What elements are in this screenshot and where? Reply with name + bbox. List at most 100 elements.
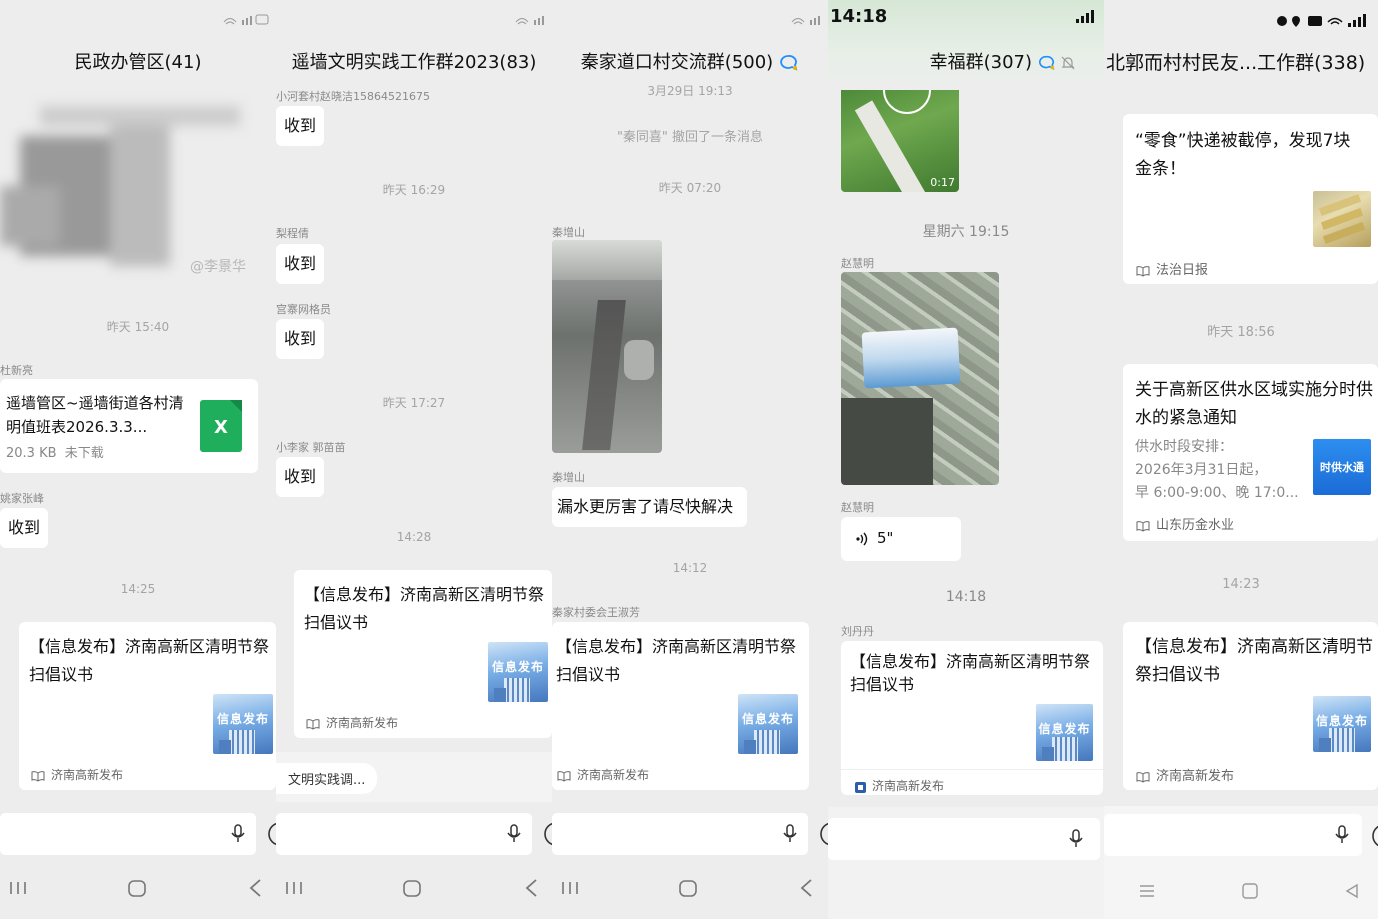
chat-title[interactable]: 秦家道口村交流群(500) [552, 40, 828, 86]
sender-name: 小李家 郭苗苗 [276, 441, 346, 454]
emoji-icon[interactable] [266, 820, 276, 848]
message-input[interactable] [276, 813, 532, 855]
article-card[interactable]: 【信息发布】济南高新区清明节祭扫倡议书 信息发布 济南高新发布 [19, 622, 276, 790]
article-source: 山东历金水业 [1136, 514, 1234, 533]
android-nav-bar [552, 862, 828, 919]
status-bar: 14:18 [828, 0, 1104, 40]
chat-title[interactable]: 民政办管区(41) [0, 40, 276, 86]
thumbnail-text: 信息发布 [216, 712, 269, 726]
article-thumbnail: 信息发布 [213, 694, 273, 754]
article-card[interactable]: 【信息发布】济南高新区清明节祭扫倡议书 信息发布 济南高新发布 [1123, 622, 1378, 790]
message-bubble[interactable]: 收到 [276, 319, 325, 359]
article-source-name: 山东历金水业 [1156, 518, 1235, 533]
timestamp: 14:12 [672, 561, 708, 575]
summary-line: 2026年3月31日起， [1135, 462, 1268, 478]
home-icon[interactable] [1241, 882, 1259, 900]
alarm-location-wifi-signal-icon [1277, 14, 1366, 27]
sender-name: 赵慧明 [841, 501, 874, 514]
article-card[interactable]: “零食”快递被截停，发现7块金条！ 法治日报 [1123, 114, 1378, 284]
file-name: 遥墙管区~遥墙街道各村清明值班表2026.3.3... [6, 394, 184, 436]
recent-apps-icon[interactable] [560, 876, 582, 900]
article-source-name: 济南高新发布 [51, 768, 124, 782]
back-icon[interactable] [246, 876, 266, 900]
timestamp: 14:23 [1222, 577, 1260, 592]
timestamp: 14:28 [396, 530, 432, 544]
emoji-icon[interactable] [1370, 822, 1378, 850]
chat-bubble-icon [1039, 55, 1055, 70]
source-logo-icon [855, 782, 866, 793]
sender-name: 刘丹丹 [841, 625, 874, 638]
timestamp: 14:25 [120, 582, 156, 596]
video-message[interactable]: 0:17 [841, 90, 959, 192]
excel-file-icon: X [200, 400, 242, 452]
back-icon[interactable] [797, 876, 817, 900]
menu-icon[interactable] [1138, 882, 1156, 900]
signal-icon [222, 12, 270, 29]
chat-panel-4: 14:18 幸福群(307) 0:17 星期六 19:15 赵慧明 赵慧明 5"… [828, 0, 1104, 919]
summary-line: 早 6:00-9:00、晚 17:0... [1135, 485, 1299, 501]
home-icon[interactable] [400, 876, 424, 900]
chat-title-text: 民政办管区(41) [74, 52, 202, 73]
home-icon[interactable] [125, 876, 149, 900]
chat-title[interactable]: 幸福群(307) [828, 40, 1104, 86]
message-bubble[interactable]: 收到 [276, 457, 325, 497]
quoted-message-chip[interactable]: 文明实践调... [276, 763, 378, 794]
book-icon [1136, 266, 1150, 277]
message-bubble[interactable]: 收到 [276, 106, 325, 146]
article-card[interactable]: 【信息发布】济南高新区清明节祭扫倡议书 信息发布 济南高新发布 [552, 622, 809, 790]
photo-message[interactable] [841, 272, 999, 485]
article-thumbnail: 信息发布 [738, 694, 798, 754]
microphone-icon[interactable] [1068, 829, 1084, 849]
microphone-icon[interactable] [1334, 825, 1350, 845]
message-bubble[interactable]: 漏水更厉害了请尽快解决 [552, 487, 748, 527]
article-thumbnail: 时供水通 [1313, 439, 1371, 495]
microphone-icon[interactable] [782, 824, 798, 844]
message-input[interactable] [0, 813, 256, 855]
message-bubble[interactable]: 收到 [276, 244, 325, 284]
article-source-name: 法治日报 [1156, 263, 1209, 278]
chat-title-text: 北郭而村村民友...工作群(338) [1106, 52, 1366, 74]
chat-title[interactable]: 北郭而村村民友...工作群(338) [1104, 40, 1378, 86]
sender-name: 姚家张峰 [0, 492, 44, 505]
chat-title-text: 幸福群(307) [929, 52, 1032, 73]
voice-message[interactable]: 5" [841, 517, 961, 561]
article-card[interactable]: 【信息发布】济南高新区清明节祭扫倡议书 信息发布 济南高新发布 [841, 641, 1103, 795]
book-icon [306, 719, 320, 730]
message-bubble[interactable]: 收到 [0, 508, 49, 548]
article-source-name: 济南高新发布 [577, 768, 650, 782]
article-card[interactable]: 【信息发布】济南高新区清明节祭扫倡议书 信息发布 济南高新发布 [294, 570, 552, 738]
chat-title[interactable]: 遥墙文明实践工作群2023(83) [276, 40, 552, 86]
status-bar [552, 0, 828, 40]
timestamp: 昨天 07:20 [658, 181, 722, 195]
message-input[interactable] [552, 813, 808, 855]
emoji-icon[interactable] [542, 820, 552, 848]
message-input[interactable] [1104, 814, 1362, 856]
emoji-icon[interactable] [818, 820, 828, 848]
microphone-icon[interactable] [506, 824, 522, 844]
message-input[interactable] [828, 818, 1100, 860]
signal-icon [790, 12, 822, 29]
back-icon[interactable] [522, 876, 542, 900]
recent-apps-icon[interactable] [284, 876, 306, 900]
home-icon[interactable] [676, 876, 700, 900]
file-message[interactable]: 遥墙管区~遥墙街道各村清明值班表2026.3.3... 20.3 KB 未下载 … [0, 379, 258, 473]
video-duration: 0:17 [930, 176, 955, 189]
cellular-signal-icon [1074, 10, 1098, 27]
voice-duration: 5" [877, 529, 894, 547]
status-bar [1104, 0, 1378, 40]
article-thumbnail: 信息发布 [1313, 696, 1371, 752]
photo-message[interactable] [552, 240, 662, 453]
screenshot-collage: 民政办管区(41) @李景华 昨天 15:40 杜新亮 遥墙管区~遥墙街道各村清… [0, 0, 1378, 919]
thumbnail-text: 信息发布 [1038, 722, 1091, 736]
timestamp: 昨天 15:40 [106, 320, 170, 334]
microphone-icon[interactable] [230, 824, 246, 844]
sender-name: 赵慧明 [841, 257, 874, 270]
chat-panel-2: 遥墙文明实践工作群2023(83) 小河套村赵晓洁15864521675 收到 … [276, 0, 552, 919]
android-nav-bar [1104, 862, 1378, 919]
sender-name: 秦增山 [552, 471, 585, 484]
android-nav-bar [0, 862, 276, 919]
timestamp: 昨天 16:29 [382, 183, 446, 197]
back-icon[interactable] [1343, 882, 1361, 900]
recent-apps-icon[interactable] [8, 876, 30, 900]
article-card[interactable]: 关于高新区供水区域实施分时供水的紧急通知 供水时段安排： 2026年3月31日起… [1123, 364, 1378, 541]
